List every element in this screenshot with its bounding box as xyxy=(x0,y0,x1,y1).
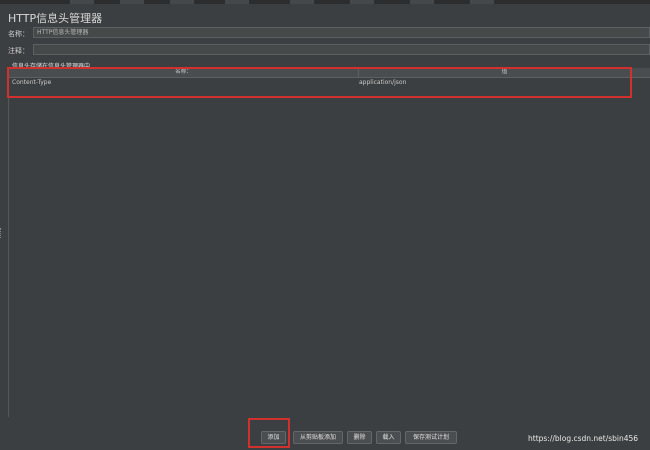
watermark-text: https://blog.csdn.net/sbin456 xyxy=(528,434,639,443)
add-button[interactable]: 添加 xyxy=(261,431,286,444)
name-field[interactable]: HTTP信息头管理器 xyxy=(33,27,650,38)
comment-label: 注释： xyxy=(8,47,29,55)
name-label: 名称： xyxy=(8,30,29,38)
table-highlight-box xyxy=(7,67,632,98)
comment-field[interactable] xyxy=(33,44,650,55)
save-test-plan-button[interactable]: 保存测试计划 xyxy=(405,431,457,444)
add-from-clipboard-button[interactable]: 从剪贴板添加 xyxy=(293,431,343,444)
splitter-handle[interactable] xyxy=(0,228,4,238)
top-toolbar-strip xyxy=(0,0,650,4)
delete-button[interactable]: 删除 xyxy=(347,431,372,444)
panel-title: HTTP信息头管理器 xyxy=(8,12,103,25)
load-button[interactable]: 载入 xyxy=(376,431,401,444)
headers-panel xyxy=(8,67,650,417)
